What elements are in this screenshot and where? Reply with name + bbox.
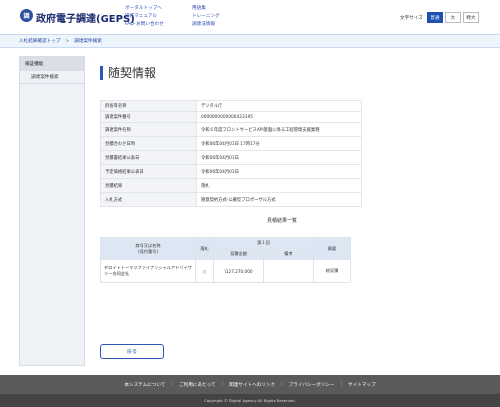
font-size-large-button[interactable]: 大 <box>444 12 461 23</box>
footer-link-privacy[interactable]: プライバシーポリシー <box>289 382 335 388</box>
sidebar-title: 検証機能 <box>20 57 84 71</box>
results-header-award: 落札 <box>195 237 214 260</box>
header-nav-secondary: 用語集 トレーニング 調達法情報 <box>192 5 220 29</box>
breadcrumb: 入札結果確認トップ > 調達案件検索 <box>0 34 500 48</box>
font-size-xlarge-button[interactable]: 特大 <box>462 12 479 23</box>
results-header-amount: 見積金額 <box>213 248 264 260</box>
detail-value: 令和06年04月01日 17時17分 <box>196 136 362 151</box>
footer-link-sitemap[interactable]: サイトマップ <box>348 382 376 388</box>
result-amount: \127,270,000 <box>213 259 264 283</box>
sidebar-item-search[interactable]: 調達案件検索 <box>20 71 84 84</box>
copyright: Copyright © Digital Agency All Rights Re… <box>0 394 500 407</box>
table-row: デロイトトーマツファイナンシャルアドバイザリー合同会社 ○ \127,270,0… <box>100 259 351 283</box>
results-header-note: 摘要 <box>313 237 351 260</box>
detail-label: 予定価格結果公表日 <box>100 164 197 179</box>
detail-label: 入札方式 <box>100 192 197 207</box>
font-size-label: 文字サイズ <box>400 15 423 21</box>
detail-row: 予定価格結果公表日 令和06年04月01日 <box>100 164 362 179</box>
training-link[interactable]: トレーニング <box>192 13 220 21</box>
detail-label: 見積結果 <box>100 178 197 193</box>
site-header: 調 政府電子調達(GEPS) ポータルトップへ 操作マニュアル FAQ･お問い合… <box>0 0 500 34</box>
breadcrumb-item-search[interactable]: 調達案件検索 <box>74 38 102 44</box>
result-company-name: デロイトトーマツファイナンシャルアドバイザリー合同会社 <box>100 259 196 283</box>
header-nav-primary: ポータルトップへ 操作マニュアル FAQ･お問い合わせ <box>125 5 164 29</box>
detail-row: 入札方式 随意契約方式-公募型プロポーザル方式 <box>100 192 362 207</box>
back-button[interactable]: 戻る <box>100 344 164 359</box>
detail-row: 見積書結果公表日 令和06年04月01日 <box>100 150 362 165</box>
detail-table: 府省等名称 デジタル庁 調達案件番号 0000000000000423195 調… <box>100 100 362 207</box>
detail-row: 見積合わせ日時 令和06年04月01日 17時17分 <box>100 136 362 151</box>
footer-divider: | <box>340 382 343 387</box>
result-note: 総見積 <box>313 259 351 283</box>
font-size-switcher: 文字サイズ 普通 大 特大 <box>400 12 479 23</box>
detail-label: 見積書結果公表日 <box>100 150 197 165</box>
main-content: 随契情報 府省等名称 デジタル庁 調達案件番号 0000000000000423… <box>92 56 362 366</box>
procurement-law-link[interactable]: 調達法情報 <box>192 21 220 29</box>
portal-top-link[interactable]: ポータルトップへ <box>125 5 164 13</box>
detail-value: 令和06年04月01日 <box>196 164 362 179</box>
breadcrumb-item-results-top[interactable]: 入札結果確認トップ <box>19 38 60 44</box>
footer-divider: | <box>281 382 283 387</box>
glossary-link[interactable]: 用語集 <box>192 5 220 13</box>
results-section-title: 見積結果一覧 <box>266 218 297 224</box>
faq-link[interactable]: FAQ･お問い合わせ <box>125 21 164 29</box>
footer-links: 本システムについて | ご利用にあたって | 関連サイトへのリンク | プライバ… <box>0 375 500 394</box>
detail-label: 府省等名称 <box>100 100 197 112</box>
detail-row: 調達案件名称 令和６年度フロントサービスAPI基盤に係る工程管理支援業務 <box>100 122 362 137</box>
site-title[interactable]: 政府電子調達(GEPS) <box>36 10 135 25</box>
detail-label: 調達案件名称 <box>100 122 197 137</box>
page-title: 随契情報 <box>100 64 156 81</box>
result-award-mark: ○ <box>195 259 214 283</box>
footer-divider: | <box>171 382 174 387</box>
detail-label: 見積合わせ日時 <box>100 136 197 151</box>
detail-value: 令和６年度フロントサービスAPI基盤に係る工程管理支援業務 <box>196 122 362 137</box>
results-header-row: 商号又は名称 (見付番号) 落札 第１回 摘要 <box>100 237 351 260</box>
geps-logo-icon: 調 <box>20 9 33 22</box>
detail-label: 調達案件番号 <box>100 111 197 123</box>
detail-value: 令和06年04月01日 <box>196 150 362 165</box>
footer-link-about[interactable]: 本システムについて <box>124 382 165 388</box>
detail-value: デジタル庁 <box>196 100 362 112</box>
results-table: 商号又は名称 (見付番号) 落札 第１回 摘要 見積金額 備考 デロイトトーマツ… <box>100 237 351 283</box>
footer-link-usage[interactable]: ご利用にあたって <box>179 382 216 388</box>
result-remarks <box>263 259 314 283</box>
font-size-normal-button[interactable]: 普通 <box>426 12 443 23</box>
detail-value: 0000000000000423195 <box>196 111 362 123</box>
detail-row: 見積結果 落札 <box>100 178 362 193</box>
detail-row: 調達案件番号 0000000000000423195 <box>100 111 362 123</box>
manual-link[interactable]: 操作マニュアル <box>125 13 164 21</box>
title-accent-bar <box>100 65 103 80</box>
footer-divider: | <box>221 382 224 387</box>
page-title-text: 随契情報 <box>108 66 157 80</box>
detail-row: 府省等名称 デジタル庁 <box>100 100 362 112</box>
results-header-name: 商号又は名称 (見付番号) <box>100 237 196 260</box>
detail-value: 随意契約方式-公募型プロポーザル方式 <box>196 192 362 207</box>
footer-link-related-sites[interactable]: 関連サイトへのリンク <box>229 382 275 388</box>
detail-value: 落札 <box>196 178 362 193</box>
breadcrumb-separator-icon: > <box>65 38 70 44</box>
results-header-round: 第１回 <box>213 237 314 249</box>
sidebar: 検証機能 調達案件検索 <box>19 56 85 366</box>
results-header-remarks: 備考 <box>263 248 314 260</box>
